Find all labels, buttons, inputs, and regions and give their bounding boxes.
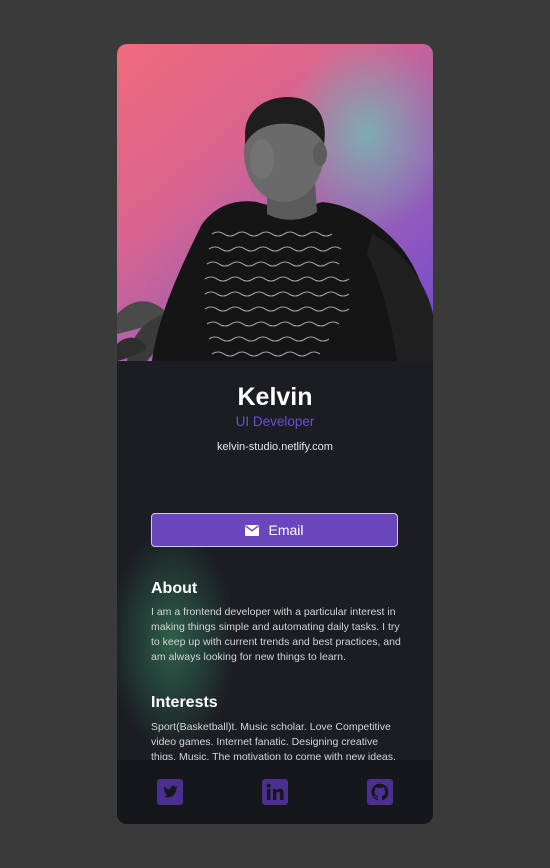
profile-photo bbox=[117, 44, 433, 361]
github-icon[interactable] bbox=[367, 779, 393, 805]
profile-body: Kelvin UI Developer kelvin-studio.netlif… bbox=[117, 361, 433, 763]
profile-name: Kelvin bbox=[237, 383, 313, 411]
email-button[interactable]: Email bbox=[151, 513, 398, 547]
interests-text: Sport(Basketball)t. Music scholar. Love … bbox=[151, 721, 396, 763]
profile-role: UI Developer bbox=[235, 414, 315, 429]
profile-card: Kelvin UI Developer kelvin-studio.netlif… bbox=[117, 44, 433, 824]
social-footer bbox=[117, 760, 433, 824]
profile-website-link[interactable]: kelvin-studio.netlify.com bbox=[117, 441, 433, 453]
envelope-icon bbox=[245, 524, 260, 536]
email-button-label: Email bbox=[268, 522, 304, 538]
linkedin-icon[interactable] bbox=[262, 779, 288, 805]
interests-title: Interests bbox=[151, 694, 218, 711]
about-text: I am a frontend developer with a particu… bbox=[151, 606, 401, 663]
twitter-icon[interactable] bbox=[157, 779, 183, 805]
about-title: About bbox=[151, 580, 198, 597]
